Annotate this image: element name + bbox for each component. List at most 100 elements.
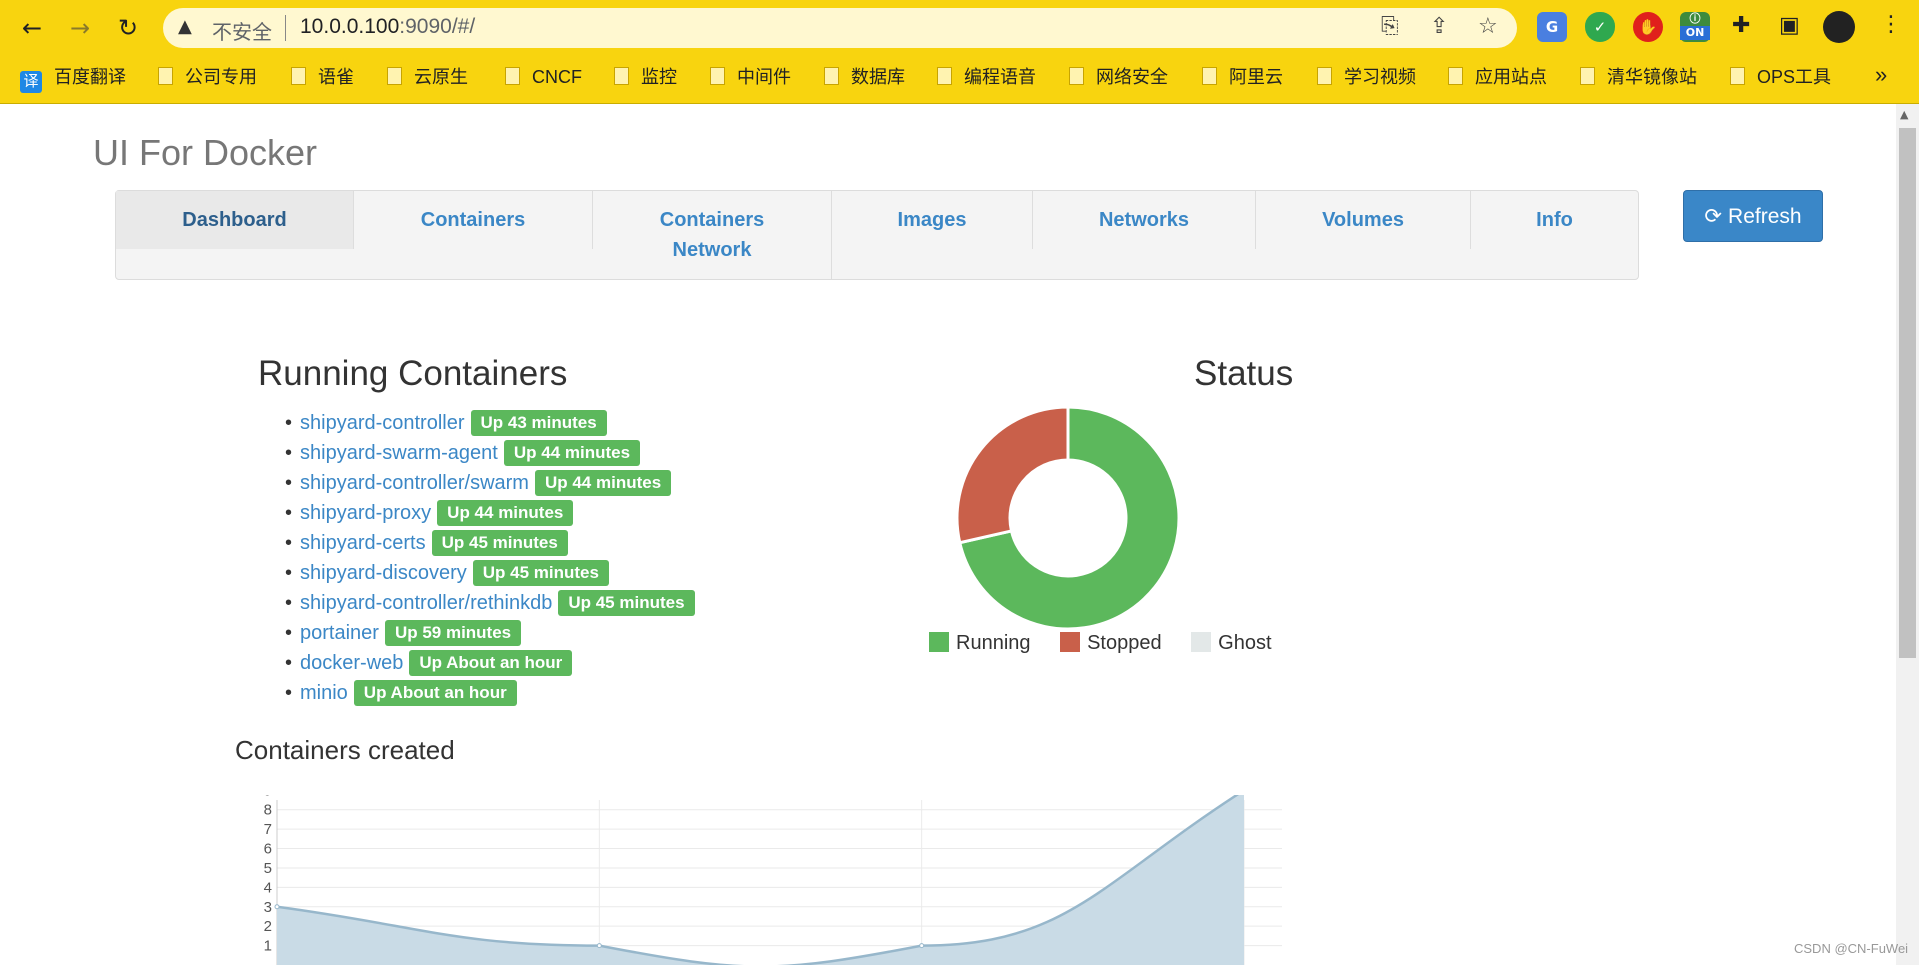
bullet-icon: • xyxy=(285,502,293,524)
container-link[interactable]: docker-web xyxy=(300,652,403,674)
list-item: • shipyard-controller Up 43 minutes xyxy=(285,408,695,438)
status-badge: Up 43 minutes xyxy=(470,410,607,436)
scroll-up-arrow-icon[interactable]: ▲ xyxy=(1900,108,1908,121)
google-translate-extension-icon[interactable]: G xyxy=(1537,12,1567,42)
bookmark-label: 云原生 xyxy=(414,67,468,87)
bookmark-label: CNCF xyxy=(532,67,582,87)
list-item: • shipyard-certs Up 45 minutes xyxy=(285,528,695,558)
profile-avatar[interactable] xyxy=(1823,11,1855,43)
main-tabs: Dashboard Containers Containers Network … xyxy=(115,190,1639,280)
area-fill xyxy=(277,795,1244,965)
omnibox-separator xyxy=(285,15,286,41)
bookmark-folder[interactable]: 编程语音 xyxy=(937,64,1036,90)
translate-page-icon[interactable]: ⎘ xyxy=(1381,14,1399,39)
list-item: • shipyard-controller/swarm Up 44 minutes xyxy=(285,468,695,498)
list-item: • shipyard-swarm-agent Up 44 minutes xyxy=(285,438,695,468)
bookmark-folder[interactable]: 应用站点 xyxy=(1448,64,1547,90)
more-bookmarks-chevron-icon[interactable]: » xyxy=(1875,62,1887,88)
status-badge: Up 44 minutes xyxy=(534,470,672,496)
bookmark-folder[interactable]: 清华镜像站 xyxy=(1580,64,1697,90)
bookmark-folder[interactable]: 网络安全 xyxy=(1069,64,1168,90)
container-link[interactable]: shipyard-certs xyxy=(300,532,426,554)
refresh-button[interactable]: ⟳ Refresh xyxy=(1683,190,1823,242)
on-badge: ON xyxy=(1680,26,1710,40)
bookmark-folder[interactable]: 云原生 xyxy=(387,64,468,90)
running-containers-list: • shipyard-controller Up 43 minutes • shipy… xyxy=(285,408,695,708)
container-link[interactable]: shipyard-controller/swarm xyxy=(300,472,529,494)
bookmark-label: 清华镜像站 xyxy=(1607,67,1697,87)
tab-volumes[interactable]: Volumes xyxy=(1256,191,1470,263)
shield-extension-icon[interactable]: ✓ xyxy=(1585,12,1615,42)
url-host: 10.0.0.100 xyxy=(300,15,400,38)
tab-images[interactable]: Images xyxy=(832,191,1032,263)
reload-icon[interactable]: ↻ xyxy=(112,12,144,44)
status-badge: Up 45 minutes xyxy=(472,560,609,586)
container-link[interactable]: shipyard-swarm-agent xyxy=(300,442,498,464)
folder-icon xyxy=(824,67,839,85)
tab-info[interactable]: Info xyxy=(1471,191,1638,263)
folder-icon xyxy=(1448,67,1463,85)
container-link[interactable]: shipyard-controller/rethinkdb xyxy=(300,592,552,614)
container-link[interactable]: portainer xyxy=(300,622,379,644)
bookmark-folder[interactable]: 中间件 xyxy=(710,64,791,90)
tab-networks[interactable]: Networks xyxy=(1033,191,1255,263)
legend-label: Ghost xyxy=(1218,632,1272,654)
bookmark-label: OPS工具 xyxy=(1757,67,1832,87)
container-link[interactable]: shipyard-discovery xyxy=(300,562,467,584)
bullet-icon: • xyxy=(285,472,293,494)
bookmark-star-icon[interactable]: ☆ xyxy=(1478,14,1498,39)
status-badge: Up 45 minutes xyxy=(558,590,695,616)
container-link[interactable]: minio xyxy=(300,682,348,704)
bullet-icon: • xyxy=(285,652,293,674)
y-tick-label: 1 xyxy=(264,938,272,955)
on-extension-icon[interactable]: ⓘ ON xyxy=(1680,12,1710,42)
back-arrow-icon[interactable]: ← xyxy=(16,12,48,44)
tab-dashboard[interactable]: Dashboard xyxy=(116,191,353,249)
container-link[interactable]: shipyard-controller xyxy=(300,412,465,434)
bookmark-item[interactable]: 译百度翻译 xyxy=(20,64,126,93)
scrollbar-thumb[interactable] xyxy=(1899,128,1916,658)
folder-icon xyxy=(937,67,952,85)
browser-chrome: ← → ↻ ▲ 不安全 10.0.0.100:9090/#/ ⎘ ⇪ ☆ G ✓… xyxy=(0,0,1919,104)
side-panel-icon[interactable]: ▣ xyxy=(1779,13,1800,38)
bookmark-label: 监控 xyxy=(641,67,677,87)
bullet-icon: • xyxy=(285,442,293,464)
list-item: • portainer Up 59 minutes xyxy=(285,618,695,648)
container-link[interactable]: shipyard-proxy xyxy=(300,502,431,524)
bookmark-folder[interactable]: 阿里云 xyxy=(1202,64,1283,90)
legend-label: Stopped xyxy=(1087,632,1162,654)
list-item: • shipyard-controller/rethinkdb Up 45 minu… xyxy=(285,588,695,618)
tab-containers-network[interactable]: Containers Network xyxy=(593,191,831,279)
forward-arrow-icon[interactable]: → xyxy=(64,12,96,44)
legend-item-ghost: Ghost xyxy=(1191,632,1272,655)
y-tick-label: 3 xyxy=(264,899,272,916)
list-item: • shipyard-proxy Up 44 minutes xyxy=(285,498,695,528)
share-icon[interactable]: ⇪ xyxy=(1430,14,1448,39)
y-tick-label: 6 xyxy=(264,841,272,858)
translate-logo-icon: 译 xyxy=(20,71,42,93)
bullet-icon: • xyxy=(285,532,293,554)
tab-containers[interactable]: Containers xyxy=(354,191,592,263)
legend-swatch xyxy=(1060,632,1081,652)
bookmark-folder[interactable]: 公司专用 xyxy=(158,64,257,90)
refresh-icon: ⟳ xyxy=(1704,204,1723,228)
url-text[interactable]: 10.0.0.100:9090/#/ xyxy=(300,15,475,39)
bookmark-label: 公司专用 xyxy=(185,67,257,87)
bookmark-folder[interactable]: 语雀 xyxy=(291,64,354,90)
tab-containers-network-label: Containers Network xyxy=(659,209,765,261)
kebab-menu-icon[interactable]: ⋮ xyxy=(1880,12,1902,37)
status-badge: Up 59 minutes xyxy=(384,620,522,646)
bookmark-folder[interactable]: 监控 xyxy=(614,64,677,90)
bookmark-folder[interactable]: 数据库 xyxy=(824,64,905,90)
refresh-label: Refresh xyxy=(1728,205,1802,228)
bookmark-label: 网络安全 xyxy=(1096,67,1168,87)
bookmark-folder[interactable]: 学习视频 xyxy=(1317,64,1416,90)
running-containers-title: Running Containers xyxy=(258,354,568,393)
status-badge: Up 45 minutes xyxy=(431,530,568,556)
puzzle-extensions-icon[interactable]: ✚ xyxy=(1732,13,1750,38)
bullet-icon: • xyxy=(285,622,293,644)
bookmark-folder[interactable]: CNCF xyxy=(505,64,582,90)
bookmark-folder[interactable]: OPS工具 xyxy=(1730,64,1831,90)
adblock-extension-icon[interactable]: ✋ xyxy=(1633,12,1663,42)
legend-label: Running xyxy=(956,632,1031,654)
